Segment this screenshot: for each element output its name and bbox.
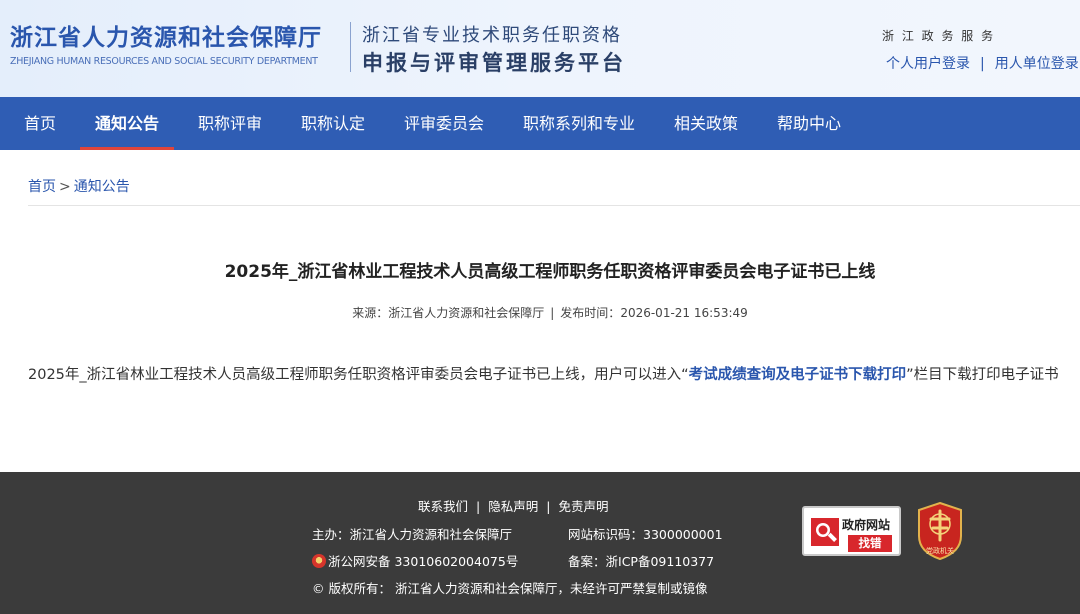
gov-website-text: 政府网站 — [842, 518, 891, 532]
login-separator: | — [980, 56, 985, 72]
personal-login-link[interactable]: 个人用户登录 — [886, 56, 970, 72]
publish-time-label: 发布时间： — [560, 306, 621, 320]
magnifier-icon — [811, 518, 839, 546]
contact-us-link[interactable]: 联系我们 — [418, 499, 468, 514]
police-record-link[interactable]: 浙公网安备 33010602004075号 — [328, 554, 518, 569]
source-label: 来源： — [352, 306, 389, 320]
nav-item-policies[interactable]: 相关政策 — [662, 97, 750, 150]
breadcrumb-current-link[interactable]: 通知公告 — [74, 179, 130, 195]
icp-info: 备案：浙ICP备09110377 — [568, 551, 714, 570]
party-government-text: 党政机关 — [926, 547, 954, 555]
nav-item-title-recognition[interactable]: 职称认定 — [289, 97, 377, 150]
footer-links: 联系我们 | 隐私声明 | 免责声明 — [418, 496, 608, 515]
body-text-after: ”栏目下载打印电子证书 — [906, 367, 1059, 383]
department-name[interactable]: 浙江省人力资源和社会保障厅 — [10, 18, 322, 52]
meta-separator: | — [550, 306, 555, 320]
source-value: 浙江省人力资源和社会保障厅 — [388, 306, 545, 320]
sponsor-info: 主办：浙江省人力资源和社会保障厅 — [312, 524, 512, 543]
police-record-info: 浙公网安备 33010602004075号 — [312, 551, 518, 570]
breadcrumb: 首页 > 通知公告 — [28, 176, 130, 196]
unit-login-link[interactable]: 用人单位登录 — [995, 56, 1079, 72]
nav-item-home[interactable]: 首页 — [14, 97, 66, 150]
site-id-info: 网站标识码：3300000001 — [568, 524, 723, 543]
article-meta: 来源：浙江省人力资源和社会保障厅 | 发布时间：2026-01-21 16:53:4… — [0, 304, 1080, 321]
nav-item-title-series[interactable]: 职称系列和专业 — [511, 97, 647, 150]
icp-label: 备案： — [568, 554, 606, 569]
footer-link-separator: | — [476, 499, 481, 514]
icp-link[interactable]: 浙ICP备09110377 — [606, 554, 715, 569]
sponsor-value: 浙江省人力资源和社会保障厅 — [349, 527, 513, 542]
party-government-badge[interactable]: 党政机关 — [917, 502, 963, 560]
department-name-english: ZHEJIANG HUMAN RESOURCES AND SOCIAL SECU… — [10, 56, 318, 67]
main-nav: 首页 通知公告 职称评审 职称认定 评审委员会 职称系列和专业 相关政策 帮助中… — [0, 97, 1080, 150]
publish-time-value: 2026-01-21 16:53:49 — [620, 306, 748, 320]
gov-website-find-error-badge[interactable]: 政府网站 找错 — [802, 506, 901, 556]
platform-title: 申报与评审管理服务平台 — [362, 51, 626, 75]
disclaimer-link[interactable]: 免责声明 — [558, 499, 608, 514]
platform-subtitle: 浙江省专业技术职务任职资格 — [362, 25, 622, 46]
copyright: © 版权所有： 浙江省人力资源和社会保障厅，未经许可严禁复制或镜像 — [312, 581, 708, 596]
footer-link-separator: | — [546, 499, 551, 514]
privacy-statement-link[interactable]: 隐私声明 — [488, 499, 538, 514]
nav-item-review-committee[interactable]: 评审委员会 — [392, 97, 496, 150]
article-body: 2025年_浙江省林业工程技术人员高级工程师职务任职资格评审委员会电子证书已上线… — [28, 363, 1059, 384]
find-error-button: 找错 — [848, 535, 892, 552]
site-header: 浙江省人力资源和社会保障厅 ZHEJIANG HUMAN RESOURCES A… — [0, 0, 1080, 97]
score-and-certificate-link[interactable]: 考试成绩查询及电子证书下载打印 — [689, 367, 907, 383]
article-title: 2025年_浙江省林业工程技术人员高级工程师职务任职资格评审委员会电子证书已上线 — [224, 262, 876, 282]
police-badge-icon — [312, 554, 326, 568]
body-text-before: 2025年_浙江省林业工程技术人员高级工程师职务任职资格评审委员会电子证书已上线… — [28, 367, 689, 383]
zhejiang-gov-service-link[interactable]: 浙 江 政 务 服 务 — [882, 27, 995, 44]
breadcrumb-divider — [28, 205, 1080, 206]
sponsor-label: 主办： — [312, 527, 350, 542]
breadcrumb-separator: > — [59, 179, 71, 195]
breadcrumb-home-link[interactable]: 首页 — [28, 179, 56, 195]
header-divider — [350, 22, 351, 72]
site-id-value: 3300000001 — [643, 527, 723, 542]
nav-item-title-review[interactable]: 职称评审 — [186, 97, 274, 150]
nav-item-help-center[interactable]: 帮助中心 — [765, 97, 853, 150]
site-id-label: 网站标识码： — [568, 527, 644, 542]
nav-item-notices[interactable]: 通知公告 — [80, 97, 174, 150]
login-links: 个人用户登录 | 用人单位登录 — [886, 53, 1079, 73]
page: 浙江省人力资源和社会保障厅 ZHEJIANG HUMAN RESOURCES A… — [0, 0, 1080, 614]
